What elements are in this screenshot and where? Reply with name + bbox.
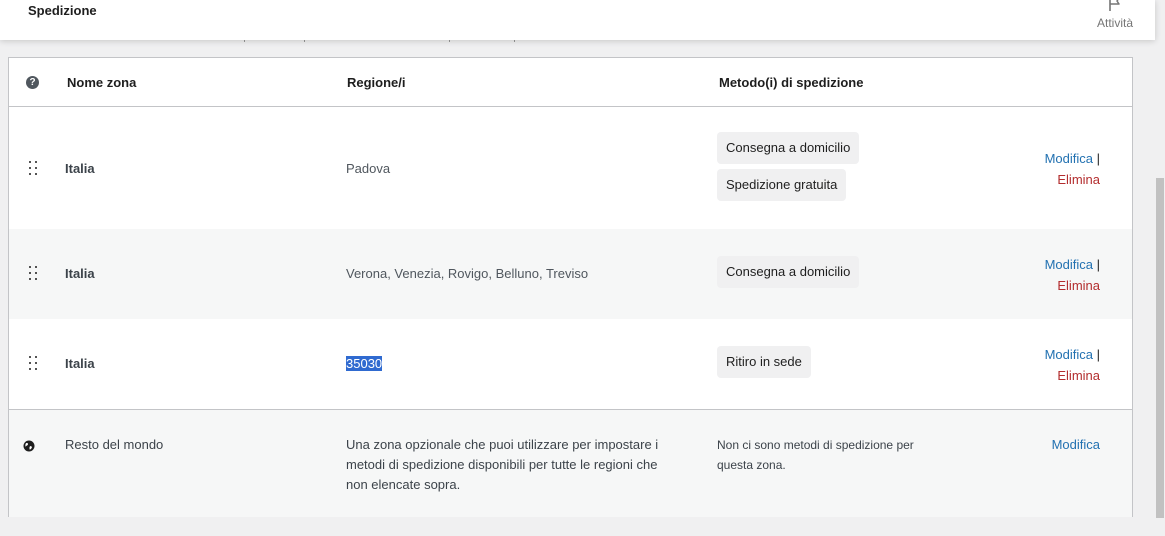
selected-text: 35030: [346, 356, 383, 371]
description-line: Una zona opzionale che puoi utilizzare p…: [346, 437, 659, 452]
row-actions: Modifica: [1052, 434, 1100, 455]
rest-of-world-row: Resto del mondo Una zona opzionale che p…: [9, 409, 1132, 517]
no-methods-text: Non ci sono metodi di spedizione per que…: [717, 435, 914, 475]
activity-label: Attività: [1096, 16, 1133, 30]
action-separator: |: [1096, 257, 1100, 272]
scrollbar[interactable]: [1155, 40, 1165, 536]
delete-link[interactable]: Elimina: [1057, 172, 1100, 187]
delete-link[interactable]: Elimina: [1057, 278, 1100, 293]
zone-name[interactable]: Italia: [65, 266, 95, 281]
column-methods: Metodo(i) di spedizione: [719, 75, 864, 90]
zone-regions: Padova: [346, 161, 391, 176]
activity-button[interactable]: Attività: [1087, 0, 1143, 40]
description-line: non elencate sopra.: [346, 477, 461, 492]
edit-link[interactable]: Modifica: [1052, 437, 1100, 452]
drag-handle-icon[interactable]: [28, 356, 38, 372]
shipping-method-chip[interactable]: Consegna a domicilio: [717, 132, 860, 164]
zone-name[interactable]: Italia: [65, 161, 95, 176]
edit-link[interactable]: Modifica: [1045, 347, 1093, 362]
action-separator: |: [1096, 347, 1100, 362]
shipping-method-chip[interactable]: Consegna a domicilio: [717, 256, 860, 288]
table-header: ? Nome zona Regione/i Metodo(i) di spedi…: [9, 58, 1132, 107]
no-methods-line: Non ci sono metodi di spedizione per: [717, 438, 914, 452]
row-actions: Modifica | Elimina: [1045, 254, 1100, 296]
table-row: Italia 35030 Ritiro in sede Modifica | E…: [9, 319, 1132, 409]
page-title: Spedizione: [28, 3, 97, 18]
zone-name[interactable]: Italia: [65, 356, 95, 371]
table-row: Italia Verona, Venezia, Rovigo, Belluno,…: [9, 229, 1132, 319]
description-line: metodi di spedizione disponibili per tut…: [346, 457, 658, 472]
flag-icon: [1109, 0, 1120, 11]
column-regions: Regione/i: [347, 75, 406, 90]
delete-link[interactable]: Elimina: [1057, 368, 1100, 383]
row-actions: Modifica | Elimina: [1045, 148, 1100, 190]
rest-of-world-description: Una zona opzionale che puoi utilizzare p…: [346, 435, 706, 495]
no-methods-line: questa zona.: [717, 458, 786, 472]
shipping-method-chip[interactable]: Ritiro in sede: [717, 346, 811, 378]
zone-name: Resto del mondo: [65, 437, 164, 452]
globe-icon: [23, 440, 35, 452]
scrollbar-thumb[interactable]: [1156, 178, 1164, 518]
zone-regions: Verona, Venezia, Rovigo, Belluno, Trevis…: [346, 266, 589, 281]
shipping-method-chip[interactable]: Spedizione gratuita: [717, 169, 847, 201]
drag-handle-icon[interactable]: [28, 161, 38, 177]
help-icon[interactable]: ?: [26, 76, 39, 89]
shipping-zones-table: ? Nome zona Regione/i Metodo(i) di spedi…: [8, 57, 1133, 517]
table-row: Italia Padova Consegna a domicilio Spedi…: [9, 108, 1132, 229]
action-separator: |: [1096, 151, 1100, 166]
column-zone-name: Nome zona: [67, 75, 137, 90]
edit-link[interactable]: Modifica: [1045, 151, 1093, 166]
zone-regions: 35030: [346, 356, 383, 371]
top-bar: Spedizione Attività: [0, 0, 1155, 40]
drag-handle-icon[interactable]: [28, 266, 38, 282]
row-actions: Modifica | Elimina: [1045, 344, 1100, 386]
edit-link[interactable]: Modifica: [1045, 257, 1093, 272]
